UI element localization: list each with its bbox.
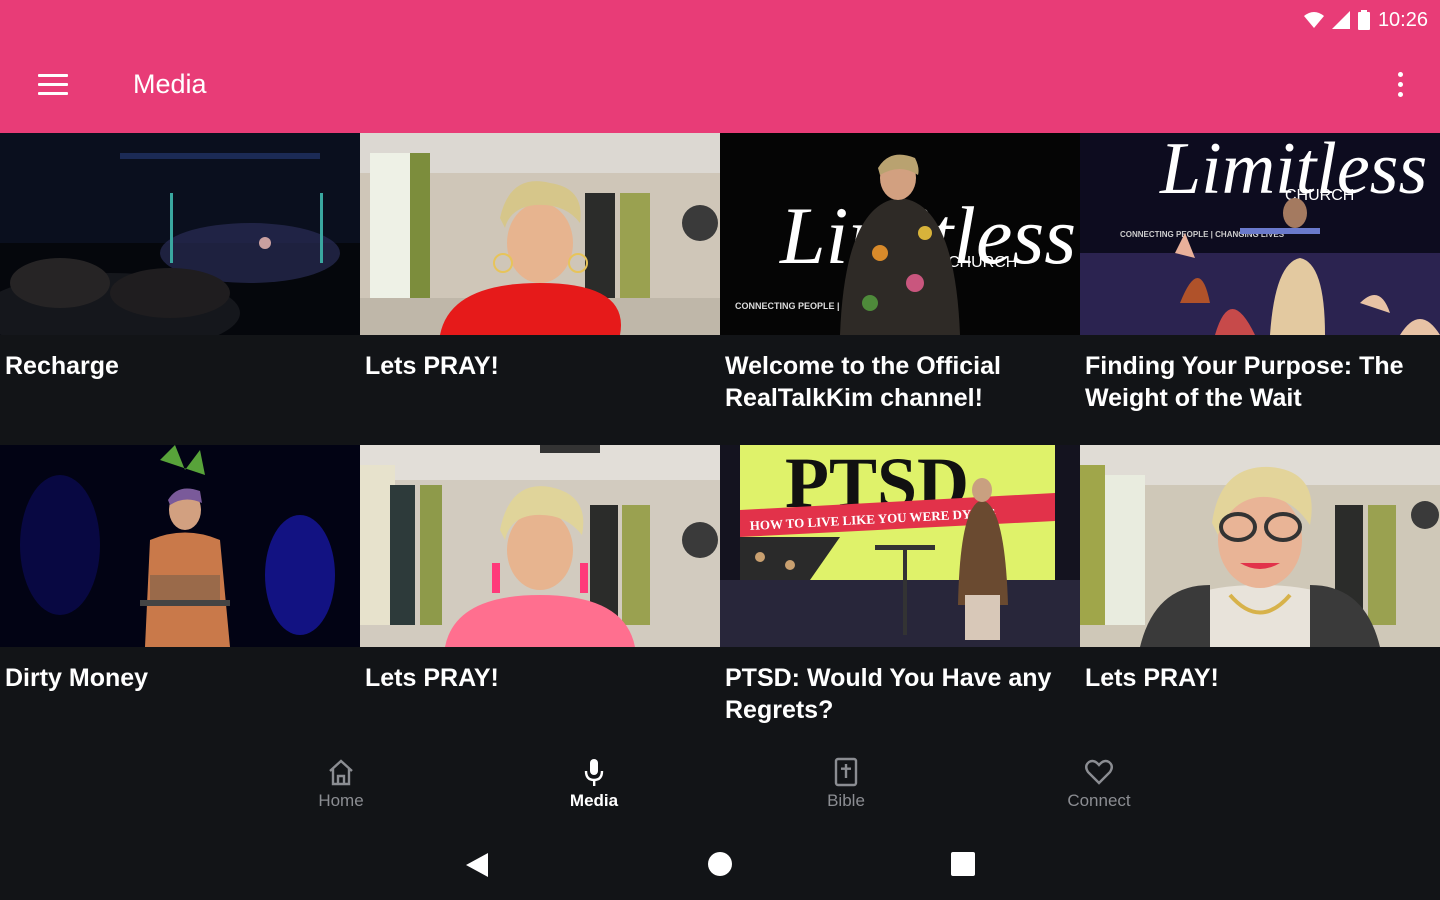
media-card[interactable]: Lets PRAY! — [360, 133, 720, 445]
media-card[interactable]: Limitless CHURCH CONNECTING PEOPLE | CHA… — [1080, 133, 1440, 445]
status-icons: 10:26 — [1303, 6, 1428, 34]
status-bar: 10:26 — [0, 0, 1440, 40]
nav-item-bible[interactable]: Bible — [786, 757, 906, 811]
media-card[interactable]: Recharge — [0, 133, 360, 445]
bible-icon — [834, 757, 858, 787]
media-title: Lets PRAY! — [365, 664, 499, 692]
nav-label: Media — [569, 791, 619, 810]
nav-label: Home — [318, 791, 364, 810]
video-thumbnail — [360, 133, 720, 335]
video-thumbnail: PTSD HOW TO LIVE LIKE YOU WERE DYING — [720, 445, 1080, 647]
recents-square-icon[interactable] — [951, 852, 975, 876]
nav-item-media[interactable]: Media — [534, 757, 654, 811]
more-vert-icon[interactable] — [1394, 70, 1406, 100]
page-title: Media — [133, 69, 207, 99]
system-navigation-bar — [0, 835, 1440, 900]
nav-item-connect[interactable]: Connect — [1039, 757, 1159, 811]
media-card[interactable]: Limitless CHURCH CONNECTING PEOPLE | CHA… — [720, 133, 1080, 445]
media-card[interactable]: PTSD HOW TO LIVE LIKE YOU WERE DYING PTS… — [720, 445, 1080, 757]
media-title: Lets PRAY! — [365, 352, 499, 380]
bottom-navigation: Home Media Bible Connect — [0, 745, 1440, 835]
heart-icon — [1085, 759, 1113, 785]
video-thumbnail — [1080, 445, 1440, 647]
back-triangle-icon[interactable] — [464, 851, 490, 879]
media-card[interactable]: Lets PRAY! — [360, 445, 720, 757]
video-thumbnail: Limitless CHURCH CONNECTING PEOPLE | CHA… — [1080, 133, 1440, 335]
video-thumbnail — [0, 133, 360, 335]
media-card[interactable]: Lets PRAY! — [1080, 445, 1440, 757]
microphone-icon — [584, 759, 604, 786]
hamburger-menu-icon[interactable] — [38, 72, 70, 96]
nav-item-home[interactable]: Home — [281, 757, 401, 811]
church-logo-text: CHURCH — [948, 254, 1017, 271]
signal-icon — [1331, 11, 1350, 29]
media-title: PTSD: Would You Have any Regrets? — [725, 664, 1052, 724]
media-title: Finding Your Purpose: The Weight of the … — [1085, 352, 1404, 412]
video-thumbnail: Limitless CHURCH CONNECTING PEOPLE | CHA… — [720, 133, 1080, 335]
nav-label: Connect — [1067, 791, 1131, 810]
media-title: Recharge — [5, 352, 119, 380]
media-title: Lets PRAY! — [1085, 664, 1219, 692]
status-time: 10:26 — [1377, 8, 1428, 31]
wifi-icon — [1303, 12, 1324, 28]
battery-icon — [1357, 10, 1370, 30]
home-circle-icon[interactable] — [707, 851, 733, 877]
app-bar: Media — [0, 40, 1440, 133]
media-grid: Recharge Lets PRAY! CHURCH CONNECTING PE… — [0, 133, 1440, 757]
nav-label: Bible — [827, 791, 865, 810]
media-title: Welcome to the Official RealTalkKim chan… — [725, 352, 1001, 412]
home-icon — [329, 759, 353, 786]
media-card[interactable]: Dirty Money — [0, 445, 360, 757]
video-thumbnail — [0, 445, 360, 647]
video-thumbnail — [360, 445, 720, 647]
media-title: Dirty Money — [5, 664, 149, 692]
